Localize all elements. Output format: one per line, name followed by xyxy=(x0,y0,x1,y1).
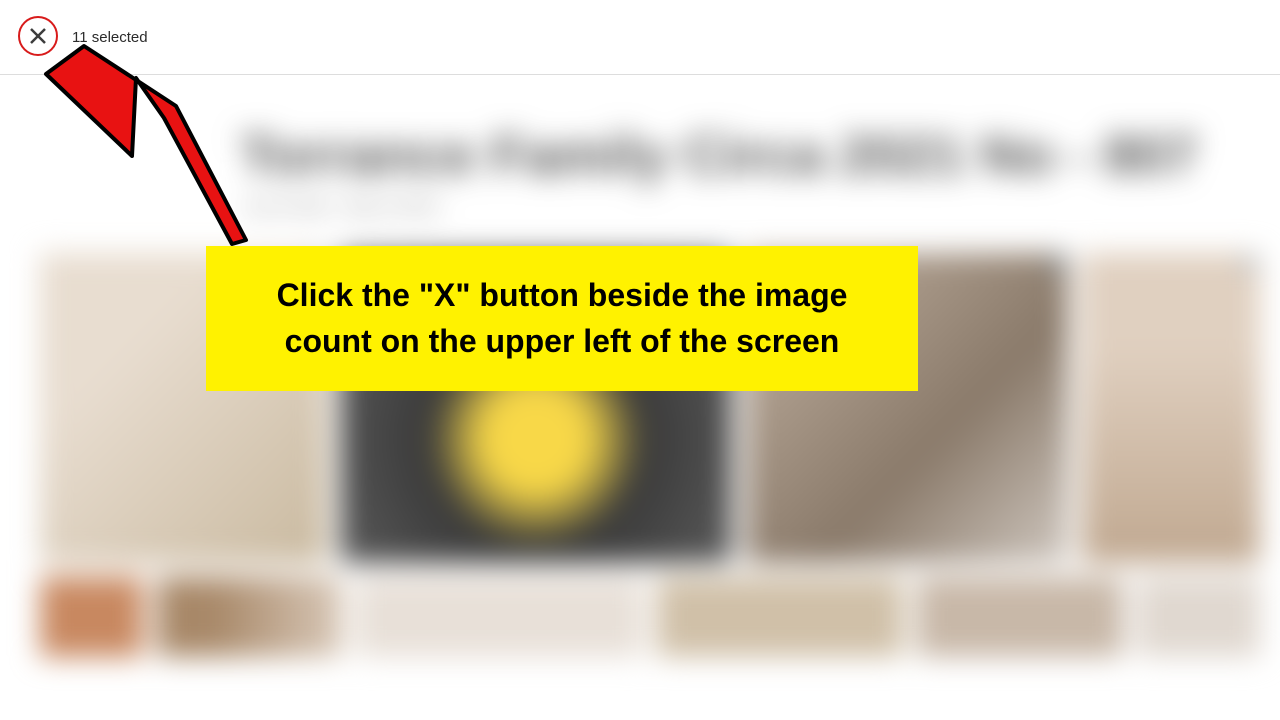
instruction-arrow xyxy=(36,30,256,255)
photo-tile xyxy=(1082,253,1260,563)
photo-tile xyxy=(657,577,903,657)
photo-grid-row2-blurred xyxy=(40,577,1260,657)
album-date-blurred: Jan 25 2021 - May 19 2022 xyxy=(244,199,1060,217)
instruction-callout: Click the "X" button beside the image co… xyxy=(206,246,918,391)
photo-tile xyxy=(356,577,644,657)
photo-tile xyxy=(917,577,1122,657)
album-title-blurred: Torrance Family Circa 2021 No - 807 xyxy=(240,122,1060,187)
photo-tile xyxy=(1137,577,1260,657)
instruction-text: Click the "X" button beside the image co… xyxy=(250,272,874,365)
photo-tile xyxy=(157,577,342,657)
photo-tile xyxy=(40,577,143,657)
